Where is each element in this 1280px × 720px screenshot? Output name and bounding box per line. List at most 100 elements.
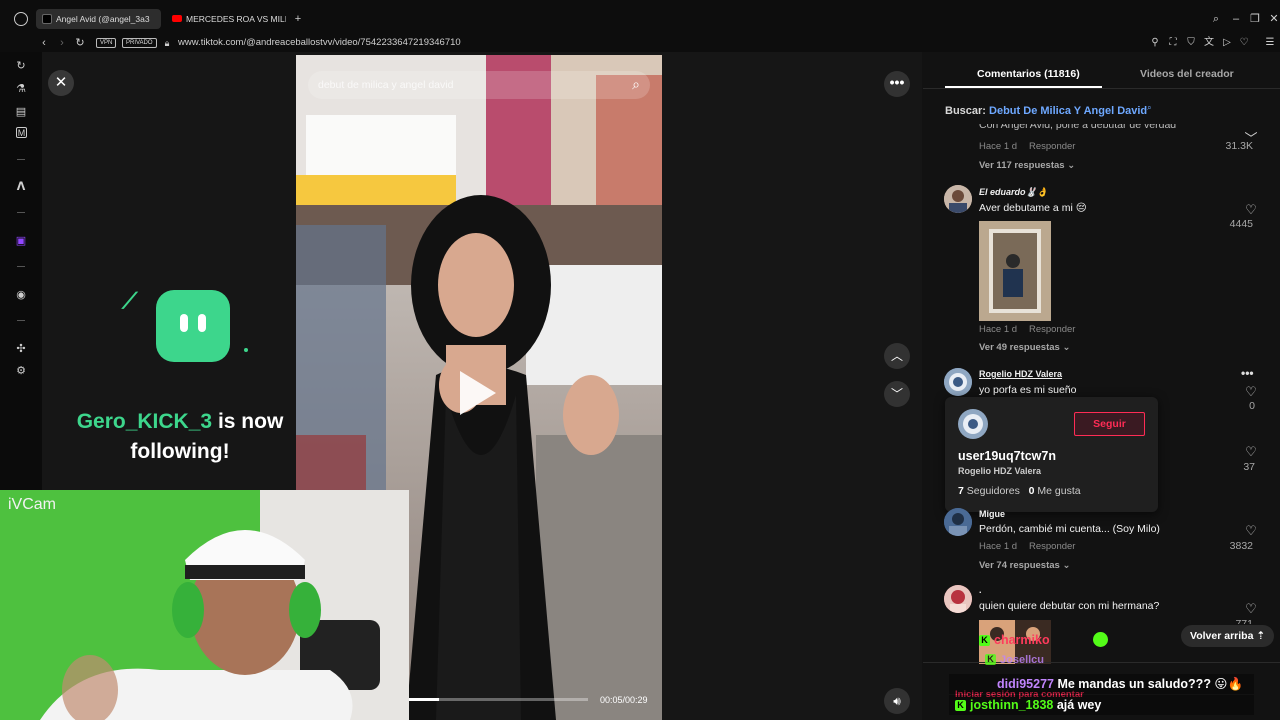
maximize-icon[interactable]: ❐ <box>1248 12 1262 26</box>
play-overlay-icon[interactable] <box>460 371 496 415</box>
minimize-icon[interactable]: – <box>1229 12 1243 26</box>
comment-username[interactable]: Rogelio HDZ Valera <box>979 369 1062 379</box>
like-icon[interactable]: ♡ <box>1244 444 1258 460</box>
comment-text: yo porfa es mi sueño <box>979 384 1077 396</box>
progress-track[interactable] <box>408 698 588 701</box>
mascot-dot <box>244 348 248 352</box>
chat-username: charmiko <box>994 633 1050 647</box>
sidebar-divider <box>17 212 25 213</box>
tiktok-icon <box>42 14 52 24</box>
like-icon[interactable]: ♡ <box>1244 523 1258 539</box>
view-replies-label: Ver 117 respuestas <box>979 160 1065 171</box>
tab-label: Angel Avid (@angel_3a3 <box>56 14 150 24</box>
avatar-image <box>944 508 972 536</box>
avatar[interactable] <box>944 368 972 396</box>
close-window-icon[interactable]: ✕ <box>1267 12 1280 26</box>
lock-icon[interactable]: 🔒︎ <box>160 36 174 50</box>
tiktok-sidebar-icon[interactable]: ᐱ <box>14 180 28 194</box>
card-stats: 7 Seguidores 0 Me gusta <box>958 485 1081 497</box>
forward-icon[interactable]: › <box>55 36 69 50</box>
like-icon[interactable]: ♡ <box>1244 601 1258 617</box>
video-search-bar[interactable]: debut de milica y angel david ⌕ <box>308 71 650 99</box>
volume-button[interactable]: 🔊︎ <box>884 688 910 714</box>
cam-label: iVCam <box>8 496 57 513</box>
comment-username[interactable]: Migue <box>979 509 1005 519</box>
comment-photo <box>979 221 1051 321</box>
reply-button[interactable]: Responder <box>1029 541 1075 552</box>
like-count: 0 <box>1249 400 1255 412</box>
close-video-button[interactable]: ✕ <box>48 70 74 96</box>
aria-icon[interactable]: ⚗ <box>14 82 28 96</box>
video-time: 00:05/00:29 <box>600 695 648 705</box>
reply-button[interactable]: Responder <box>1029 141 1075 152</box>
url-field[interactable]: www.tiktok.com/@andreaceballostvv/video/… <box>178 37 461 48</box>
player-icon[interactable]: ◉ <box>14 288 28 302</box>
card-follow-button[interactable]: Seguir <box>1074 412 1145 436</box>
play-icon[interactable]: ▷ <box>1220 36 1234 50</box>
search-icon[interactable]: ⌕ <box>632 76 640 93</box>
chat-message: Kjosthinn_1838 ajá wey <box>949 695 1254 715</box>
card-followers-count: 7 <box>958 485 964 497</box>
mascot-spark-icon: ⟋ <box>122 288 138 313</box>
history-icon[interactable]: ↻ <box>14 59 28 73</box>
view-replies-button[interactable]: Ver 49 respuestas ⌄ <box>979 342 1070 353</box>
search-tabs-icon[interactable]: ⌕ <box>1209 12 1223 26</box>
like-icon[interactable]: ♡ <box>1244 384 1258 400</box>
avatar[interactable] <box>944 585 972 613</box>
like-count: 37 <box>1243 461 1255 473</box>
translate-icon[interactable]: 文 <box>1202 36 1216 50</box>
vpn-badge[interactable]: VPN <box>96 38 117 48</box>
pin-icon[interactable]: ⚲ <box>1148 36 1162 50</box>
browser-tab-bar: Angel Avid (@angel_3a3 MERCEDES ROA VS M… <box>0 0 1280 34</box>
prev-video-button[interactable]: ︿ <box>884 343 910 369</box>
messenger-icon[interactable]: M <box>16 127 27 138</box>
settings-icon[interactable]: ⚙ <box>14 364 28 378</box>
avatar[interactable] <box>944 185 972 213</box>
shield-icon[interactable]: ⛉ <box>1184 36 1198 50</box>
avatar[interactable] <box>944 508 972 536</box>
card-handle[interactable]: user19uq7tcw7n <box>958 449 1056 463</box>
card-avatar-image <box>958 409 988 439</box>
search-query-link[interactable]: Debut De Milica Y Angel David <box>989 105 1147 117</box>
tab-creator-videos[interactable]: Videos del creador <box>1140 68 1234 80</box>
comment-username[interactable]: El eduardo🐰👌 <box>979 187 1048 198</box>
comment-username[interactable]: . <box>979 585 982 595</box>
comment-more-icon[interactable]: ••• <box>1241 366 1254 380</box>
like-icon[interactable]: ♡ <box>1244 202 1258 218</box>
tab-mercedes-roa[interactable]: MERCEDES ROA VS MILIC <box>166 9 286 29</box>
snapshot-icon[interactable]: ⛶ <box>1166 36 1180 50</box>
back-icon[interactable]: ‹ <box>37 36 51 50</box>
chat-text: Me mandas un saludo??? 😛🔥 <box>1057 677 1244 691</box>
heart-icon[interactable]: ♡ <box>1237 36 1251 50</box>
kick-badge-icon: K <box>979 635 990 646</box>
view-replies-button[interactable]: Ver 74 respuestas ⌄ <box>979 560 1070 571</box>
twitch-icon[interactable]: ▣ <box>14 234 28 248</box>
profile-hover-card: Seguir user19uq7tcw7n Rogelio HDZ Valera… <box>945 397 1158 512</box>
menu-icon[interactable]: ☰ <box>1263 36 1277 50</box>
opera-logo-icon[interactable] <box>14 12 28 26</box>
chat-username: didi95277 <box>997 677 1054 691</box>
new-tab-icon[interactable]: + <box>291 12 305 26</box>
tab-comments[interactable]: Comentarios (11816) <box>977 68 1080 80</box>
avatar-image <box>944 585 972 613</box>
search-label: Buscar: <box>945 105 986 117</box>
comment-time: Hace 1 d <box>979 541 1018 552</box>
reload-icon[interactable]: ↻ <box>73 36 87 50</box>
follow-alert-line-1: Gero_KICK_3 is now <box>70 410 290 434</box>
next-video-button[interactable]: ﹀ <box>884 381 910 407</box>
card-followers-label: Seguidores <box>966 485 1020 497</box>
extensions-icon[interactable]: ✣ <box>14 342 28 356</box>
youtube-icon <box>172 15 182 22</box>
tab-angel-avid[interactable]: Angel Avid (@angel_3a3 <box>36 9 161 29</box>
webcam-scene <box>0 490 409 720</box>
more-options-button[interactable]: ••• <box>884 71 910 97</box>
like-count: 4445 <box>1229 218 1253 230</box>
follow-text-2: following! <box>130 440 230 463</box>
view-replies-button[interactable]: Ver 117 respuestas ⌄ <box>979 160 1075 171</box>
reply-button[interactable]: Responder <box>1029 324 1075 335</box>
progress-fill <box>408 698 439 701</box>
wallet-icon[interactable]: ▤ <box>14 105 28 119</box>
view-replies-label: Ver 74 respuestas <box>979 560 1060 571</box>
comment-image[interactable] <box>979 221 1051 321</box>
card-avatar[interactable] <box>958 409 988 439</box>
